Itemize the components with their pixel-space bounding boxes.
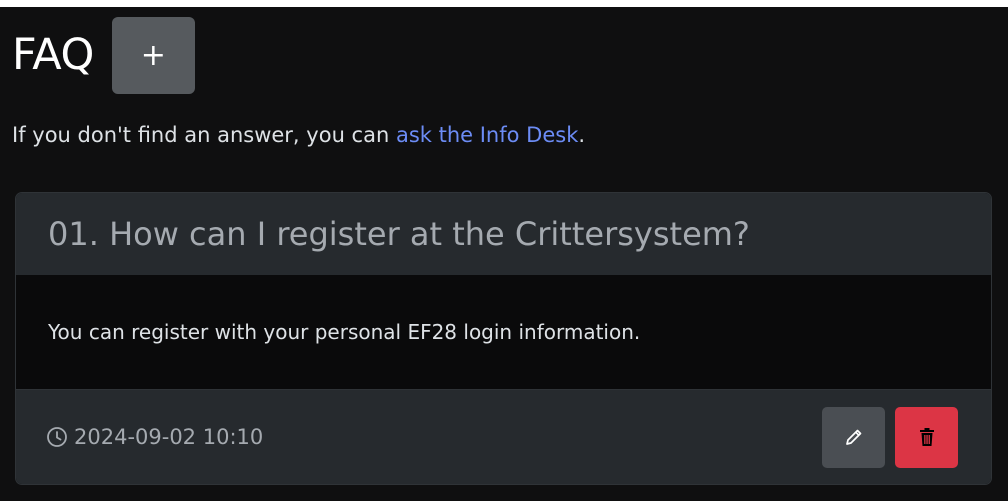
pencil-icon [845, 429, 861, 445]
clock-icon [47, 427, 67, 447]
add-faq-button[interactable]: + [111, 17, 195, 94]
info-desk-link[interactable]: ask the Info Desk [396, 123, 578, 147]
page-title: FAQ [12, 30, 94, 80]
faq-actions [822, 406, 958, 468]
faq-question: 01. How can I register at the Crittersys… [16, 193, 991, 275]
delete-button[interactable] [895, 406, 958, 468]
timestamp-text: 2024-09-02 10:10 [74, 425, 264, 449]
faq-answer: You can register with your personal EF28… [48, 320, 641, 344]
faq-timestamp: 2024-09-02 10:10 [46, 425, 263, 449]
faq-card: 01. How can I register at the Crittersys… [15, 192, 992, 485]
edit-button[interactable] [822, 406, 885, 468]
trash-icon [919, 428, 934, 446]
faq-panel: FAQ + If you don't find an answer, you c… [0, 7, 1008, 501]
intro-text: If you don't find an answer, you can ask… [12, 123, 586, 147]
plus-icon: + [140, 37, 166, 73]
faq-footer: 2024-09-02 10:10 [16, 389, 991, 484]
faq-header: FAQ + [12, 17, 195, 94]
